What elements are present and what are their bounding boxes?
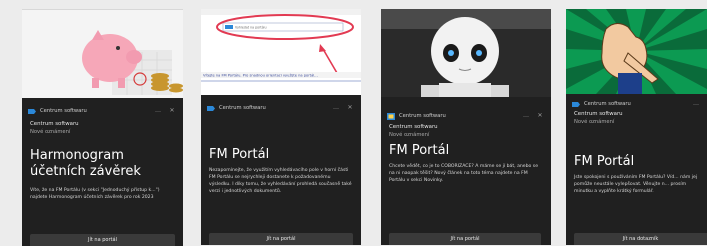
minimize-icon[interactable]: … xyxy=(521,112,531,120)
portal-banner-text: Vítejte na FM Portálu. Pro snadnou orien… xyxy=(203,74,318,78)
notification-headline: FM Portál xyxy=(389,143,450,158)
notification-titlebar: Centrum softwaru … ✕ xyxy=(28,106,177,116)
close-icon[interactable]: ✕ xyxy=(345,104,355,112)
app-icon xyxy=(28,108,36,114)
notification-panel: Centrum softwaru … Centrum softwaru Nové… xyxy=(566,94,707,245)
notification-card-harmonogram: Centrum softwaru … ✕ Centrum softwaru No… xyxy=(22,9,183,246)
svg-text:Vyhledat na portálu: Vyhledat na portálu xyxy=(235,26,266,30)
notification-body: Víte, že na FM Portálu (v sekci "Jednodu… xyxy=(30,188,160,200)
notification-sender: Centrum softwaru xyxy=(574,111,623,117)
pointing-hand-image xyxy=(566,9,707,94)
robot-image xyxy=(381,9,551,97)
notification-subtitle: Nové oznámení xyxy=(30,129,71,135)
notification-panel: Centrum softwaru … ✕ FM Portál Nezapomín… xyxy=(201,95,361,245)
app-icon xyxy=(207,105,215,111)
minimize-icon[interactable]: … xyxy=(331,104,341,112)
piggy-bank-image xyxy=(22,10,183,98)
notification-body: Jste spokojeni s používáním FM Portálu? … xyxy=(574,175,698,194)
notification-panel: Centrum softwaru … ✕ Centrum softwaru No… xyxy=(22,98,183,246)
notification-body: Nezapomínejte, že využitím vyhledávacího… xyxy=(209,168,352,194)
app-name: Centrum softwaru xyxy=(399,113,446,119)
app-name: Centrum softwaru xyxy=(40,108,87,114)
notification-headline: FM Portál xyxy=(574,154,635,169)
app-name: Centrum softwaru xyxy=(584,101,631,107)
notification-body: Chcete vědět, co je to COBORIZACE? A mám… xyxy=(389,164,539,183)
notification-subtitle: Nové oznámení xyxy=(389,132,430,138)
notification-card-fm-portal-search: Vyhledat na portálu Vítejte na FM Portál… xyxy=(201,9,361,245)
go-to-survey-button[interactable]: Jít na dotazník xyxy=(574,233,707,245)
minimize-icon[interactable]: … xyxy=(691,100,701,108)
close-icon[interactable]: ✕ xyxy=(167,107,177,115)
notification-sender: Centrum softwaru xyxy=(389,124,438,130)
notification-card-coborizace: Centrum softwaru … ✕ Centrum softwaru No… xyxy=(381,9,551,245)
notification-titlebar: Centrum softwaru … ✕ xyxy=(387,111,545,121)
go-to-portal-button[interactable]: Jít na portál xyxy=(209,233,353,245)
notification-headline: FM Portál xyxy=(209,147,270,162)
portal-screenshot-image: Vyhledat na portálu Vítejte na FM Portál… xyxy=(201,9,361,95)
notification-headline: Harmonogram účetních závěrek xyxy=(30,148,141,179)
app-icon xyxy=(387,112,395,120)
app-icon xyxy=(572,101,580,107)
notification-card-survey: Centrum softwaru … Centrum softwaru Nové… xyxy=(566,9,707,245)
notification-titlebar: Centrum softwaru … xyxy=(572,99,701,109)
app-name: Centrum softwaru xyxy=(219,105,266,111)
notification-titlebar: Centrum softwaru … ✕ xyxy=(207,103,355,113)
go-to-portal-button[interactable]: Jít na portál xyxy=(389,233,541,245)
minimize-icon[interactable]: … xyxy=(153,107,163,115)
go-to-portal-button[interactable]: Jít na portál xyxy=(30,234,175,246)
notification-panel: Centrum softwaru … ✕ Centrum softwaru No… xyxy=(381,97,551,245)
notification-subtitle: Nové oznámení xyxy=(574,119,615,125)
notification-sender: Centrum softwaru xyxy=(30,121,79,127)
close-icon[interactable]: ✕ xyxy=(535,112,545,120)
